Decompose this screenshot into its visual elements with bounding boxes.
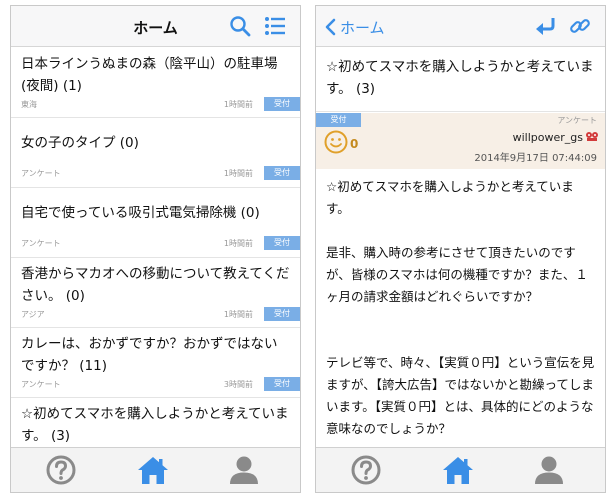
list-icon[interactable] (264, 15, 286, 37)
tab-bar (316, 447, 605, 492)
help-icon (46, 455, 76, 485)
back-chevron-icon (325, 18, 336, 36)
list-item[interactable]: 女の子のタイプ (0) アンケート 1時間前 受付 (11, 118, 300, 188)
back-button[interactable]: ホーム (324, 16, 385, 38)
question-title: ☆初めてスマホを購入しようかと考えています。 (3) (316, 48, 605, 112)
item-time: 3時間前 (223, 380, 253, 389)
item-meta: アンケート 1時間前 受付 (21, 236, 300, 252)
home-icon (138, 457, 168, 484)
status-badge: 受付 (264, 307, 300, 321)
smiley-icon[interactable] (324, 130, 348, 158)
item-title: ☆初めてスマホを購入しようかと考えています。 (3) (21, 406, 289, 444)
item-category: アジア (21, 310, 45, 319)
item-category: アンケート (21, 380, 61, 389)
tab-help[interactable] (44, 454, 78, 486)
tab-home[interactable] (441, 454, 475, 486)
question-body: ☆初めてスマホを購入しようかと考えています。 是非、購入時の参考にさせて頂きたい… (316, 172, 605, 447)
avatar (585, 128, 599, 147)
user-name[interactable]: willpower_gs (513, 131, 583, 144)
list-item[interactable]: 自宅で使っている吸引式電気掃除機 (0) アンケート 1時間前 受付 (11, 188, 300, 258)
item-time: 1時間前 (223, 310, 253, 319)
link-icon[interactable] (569, 15, 591, 37)
tab-help[interactable] (349, 454, 383, 486)
item-category: 東海 (21, 100, 37, 109)
item-time: 1時間前 (223, 169, 253, 178)
help-icon (351, 455, 381, 485)
item-title: 自宅で使っている吸引式電気掃除機 (0) (21, 205, 260, 221)
item-time: 1時間前 (223, 239, 253, 248)
item-meta: アンケート 1時間前 受付 (21, 166, 300, 182)
back-label: ホーム (340, 18, 385, 37)
status-badge: 受付 (264, 166, 300, 180)
tab-user[interactable] (227, 454, 261, 486)
list-item[interactable]: 香港からマカオへの移動について教えてください。 (0) アジア 1時間前 受付 (11, 258, 300, 328)
item-title: 日本ラインうぬまの森（陰平山）の駐車場(夜間) (1) (21, 56, 278, 94)
reply-icon[interactable] (534, 15, 556, 37)
item-category: アンケート (21, 239, 61, 248)
item-category: アンケート (21, 169, 61, 178)
user-icon (535, 456, 563, 484)
status-badge: 受付 (316, 113, 361, 127)
item-time: 1時間前 (223, 100, 253, 109)
item-title: 女の子のタイプ (0) (21, 135, 139, 151)
home-icon (443, 457, 473, 484)
page-title: ホーム (133, 19, 178, 37)
tab-bar (11, 447, 300, 492)
tab-user[interactable] (532, 454, 566, 486)
item-meta: アジア 1時間前 受付 (21, 307, 300, 323)
answer-header: 受付 アンケート 0 willpower_gs 2014年9月17日 07:44… (316, 113, 605, 169)
list-item[interactable]: 日本ラインうぬまの森（陰平山）の駐車場(夜間) (1) 東海 1時間前 受付 (11, 48, 300, 118)
tab-home[interactable] (136, 454, 170, 486)
detail-header: ホーム (316, 6, 605, 47)
home-header: ホーム (11, 6, 300, 47)
list-item[interactable]: カレーは、おかずですか？おかずではないですか？ (11) アンケート 3時間前 … (11, 328, 300, 398)
search-icon[interactable] (229, 15, 251, 37)
detail-screen: ホーム ☆初めてスマホを購入しようかと考えています。 (3) 受付 アンケート … (315, 5, 606, 493)
body-paragraph: ☆初めてスマホを購入しようかと考えています。 (326, 179, 574, 216)
user-icon (230, 456, 258, 484)
item-title: 香港からマカオへの移動について教えてください。 (0) (21, 266, 290, 304)
status-badge: 受付 (264, 97, 300, 111)
status-badge: 受付 (264, 377, 300, 391)
item-title: カレーは、おかずですか？おかずではないですか？ (11) (21, 336, 278, 374)
question-list: 日本ラインうぬまの森（陰平山）の駐車場(夜間) (1) 東海 1時間前 受付 女… (11, 48, 300, 447)
answer-category: アンケート (557, 116, 597, 125)
item-meta: 東海 1時間前 受付 (21, 97, 300, 113)
answer-count: 0 (350, 137, 359, 151)
list-item[interactable]: ☆初めてスマホを購入しようかと考えています。 (3) (11, 398, 300, 447)
body-paragraph: 是非、購入時の参考にさせて頂きたいのですが、皆様のスマホは何の機種ですか？また、… (326, 245, 588, 304)
status-badge: 受付 (264, 236, 300, 250)
home-screen: ホーム 日本ラインうぬまの森（陰平山）の駐車場(夜間) (1) 東海 1時間前 … (10, 5, 301, 493)
post-date: 2014年9月17日 07:44:09 (474, 153, 597, 164)
item-meta: アンケート 3時間前 受付 (21, 377, 300, 393)
body-paragraph: テレビ等で、時々、【実質０円】という宣伝を見ますが、【誇大広告】ではないかと勘繰… (326, 355, 595, 436)
